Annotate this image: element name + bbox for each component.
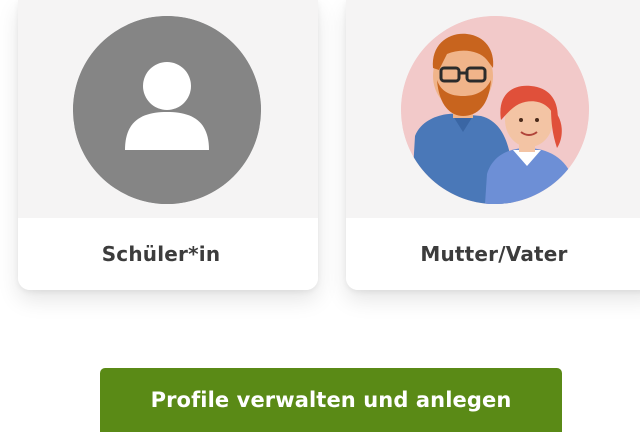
- profile-card-label-area: Mutter/Vater: [346, 218, 640, 290]
- parents-illustration-icon: [401, 16, 589, 204]
- profile-card-parent[interactable]: Mutter/Vater: [346, 0, 640, 290]
- profile-card-image-area: [346, 0, 640, 218]
- profile-selection-screen: Schüler*in Mutter/Vater Profile verwalte…: [0, 0, 640, 432]
- profile-card-student[interactable]: Schüler*in: [18, 0, 318, 290]
- profile-card-label-area: Schüler*in: [18, 218, 318, 290]
- profile-label-student: Schüler*in: [101, 242, 221, 266]
- profile-card-image-area: [18, 0, 318, 218]
- manage-profiles-button-label: Profile verwalten und anlegen: [150, 388, 512, 412]
- manage-profiles-button[interactable]: Profile verwalten und anlegen: [100, 368, 562, 432]
- person-silhouette-icon: [73, 16, 261, 204]
- profile-label-parent: Mutter/Vater: [420, 242, 568, 266]
